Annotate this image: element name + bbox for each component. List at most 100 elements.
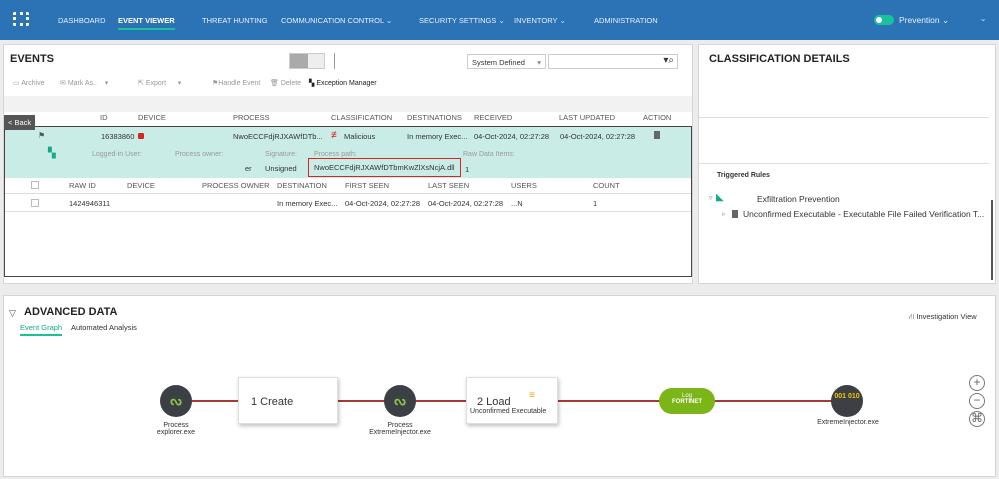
action-icon[interactable] (654, 131, 660, 139)
divider (5, 211, 691, 212)
divider (5, 193, 691, 194)
scrollbar[interactable] (991, 200, 993, 280)
delete-button[interactable]: 🗑 Delete (270, 79, 301, 87)
tab-event-graph[interactable]: Event Graph (20, 323, 63, 336)
col-last-seen[interactable]: LAST SEEN (428, 181, 469, 190)
label-process-owner: Process owner: (175, 151, 224, 158)
zoom-in-icon[interactable]: + (969, 375, 985, 391)
load-edge-card[interactable]: 2 Load ≡ Unconfirmed Executable (466, 377, 558, 424)
tab-automated-analysis[interactable]: Automated Analysis (71, 323, 137, 332)
col-first-seen[interactable]: FIRST SEEN (345, 181, 389, 190)
classification-title: CLASSIFICATION DETAILS (709, 53, 850, 65)
rule-group-icon: ◣ (716, 192, 724, 203)
label: Investigation View (916, 312, 977, 321)
flag-icon[interactable]: ⚑ (38, 131, 45, 140)
mode-dropdown[interactable]: Prevention ⌄ (899, 15, 949, 26)
signature-value: Unsigned (265, 164, 297, 173)
node1-label: Process explorer.exe (157, 422, 195, 436)
events-title: EVENTS (10, 53, 55, 65)
fit-view-icon[interactable]: ⌘ (969, 411, 985, 427)
rule-item[interactable]: Unconfirmed Executable - Executable File… (743, 209, 984, 219)
expand-icon[interactable]: ▹ (722, 210, 726, 218)
label: SECURITY SETTINGS (419, 16, 497, 25)
rule-group[interactable]: Exfiltration Prevention (757, 194, 840, 204)
col-count[interactable]: COUNT (593, 181, 620, 190)
search-input[interactable]: ▾⌕ (548, 54, 678, 69)
label: Mark As.. (67, 80, 97, 87)
divider (699, 163, 989, 164)
rule-icon (732, 210, 738, 218)
col-raw-device[interactable]: DEVICE (127, 181, 155, 190)
raw-id: 1424946311 (69, 199, 111, 208)
collapse-icon[interactable]: ▿ (709, 194, 713, 202)
investigation-view-button[interactable]: ⛙ Investigation View (909, 312, 977, 322)
nav-event-viewer[interactable]: EVENT VIEWER (118, 16, 175, 30)
event-destinations: In memory Exec... (407, 132, 468, 141)
col-classification[interactable]: CLASSIFICATION (331, 113, 392, 122)
label-signature: Signature: (265, 151, 297, 158)
fortinet-logo-icon[interactable] (13, 12, 29, 26)
node2-label: Process ExtremeInjector.exe (369, 422, 431, 436)
col-process-owner[interactable]: PROCESS OWNER (202, 181, 270, 190)
event-process: NwoECCFdjRJXAWfDTb... (233, 132, 323, 141)
raw-first-seen: 04-Oct-2024, 02:27:28 (345, 199, 421, 208)
nav-dashboard[interactable]: DASHBOARD (58, 16, 106, 25)
label: Delete (280, 80, 302, 87)
col-process[interactable]: PROCESS (233, 113, 270, 122)
raw-row-checkbox[interactable] (31, 199, 39, 207)
name: explorer.exe (156, 429, 196, 436)
process-owner-value: er (245, 164, 252, 173)
process-node-icon[interactable]: ᔓ (384, 385, 416, 417)
label-logged-in-user: Logged-in User: (92, 151, 142, 158)
label: System Defined (472, 58, 525, 67)
event-id: 16383860 (101, 132, 135, 141)
nav-threat-hunting[interactable]: THREAT HUNTING (202, 16, 268, 25)
type: Process (387, 422, 413, 429)
mark-as-button[interactable]: ✉ Mark As.. ▾ (60, 79, 108, 87)
log-node[interactable]: Log FORTINET (659, 388, 715, 414)
zoom-out-icon[interactable]: − (969, 393, 985, 409)
malicious-icon: ≢ (331, 130, 341, 141)
divider (334, 53, 335, 69)
triggered-rules-label: Triggered Rules (717, 172, 770, 179)
view-toggle[interactable] (289, 53, 325, 69)
exception-icon[interactable]: ▚ (48, 148, 56, 159)
collapse-icon[interactable]: ▽ (9, 308, 16, 319)
nav-communication-control[interactable]: COMMUNICATION CONTROL ⌄ (281, 16, 392, 25)
prevention-toggle[interactable] (874, 15, 894, 25)
raw-items-value: 1 (465, 165, 470, 174)
binary-file-node-icon[interactable]: 001 010 (831, 385, 863, 417)
label: COMMUNICATION CONTROL (281, 16, 384, 25)
label: 1 Create (251, 396, 294, 408)
nav-security-settings[interactable]: SECURITY SETTINGS ⌄ (419, 16, 505, 25)
filter-select[interactable]: System Defined ▾ (467, 54, 546, 69)
divider (699, 117, 989, 118)
col-users[interactable]: USERS (511, 181, 537, 190)
export-button[interactable]: ⇱ Export ▾ (138, 79, 181, 87)
label-process-path: Process path: (314, 151, 357, 158)
sub: Unconfirmed Executable (470, 408, 547, 415)
col-received[interactable]: RECEIVED (474, 113, 512, 122)
back-button[interactable]: < Back (4, 115, 36, 130)
user-menu-chevron-icon[interactable]: ⌄ (980, 14, 986, 23)
col-destination[interactable]: DESTINATION (277, 181, 327, 190)
event-last-updated: 04-Oct-2024, 02:27:28 (560, 132, 636, 141)
node3-label: ExtremeInjector.exe (817, 419, 879, 426)
col-device[interactable]: DEVICE (138, 113, 166, 122)
col-raw-id[interactable]: RAW ID (69, 181, 96, 190)
col-id[interactable]: ID (100, 113, 108, 122)
col-action[interactable]: ACTION (643, 113, 671, 122)
name: ExtremeInjector.exe (369, 429, 431, 436)
search-icon[interactable]: ▾⌕ (663, 55, 674, 66)
create-edge-card[interactable]: 1 Create (238, 377, 338, 424)
col-destinations[interactable]: DESTINATIONS (407, 113, 462, 122)
handle-event-button[interactable]: ⚑Handle Event (212, 79, 260, 87)
archive-button[interactable]: ▭ Archive (13, 79, 45, 87)
nav-inventory[interactable]: INVENTORY ⌄ (514, 16, 566, 25)
col-last-updated[interactable]: LAST UPDATED (559, 113, 615, 122)
nav-administration[interactable]: ADMINISTRATION (594, 16, 658, 25)
process-node-icon[interactable]: ᔓ (160, 385, 192, 417)
brand: FORTINET (672, 399, 702, 405)
exception-manager-button[interactable]: ▚ Exception Manager (309, 79, 377, 87)
select-all-checkbox[interactable] (31, 181, 39, 189)
